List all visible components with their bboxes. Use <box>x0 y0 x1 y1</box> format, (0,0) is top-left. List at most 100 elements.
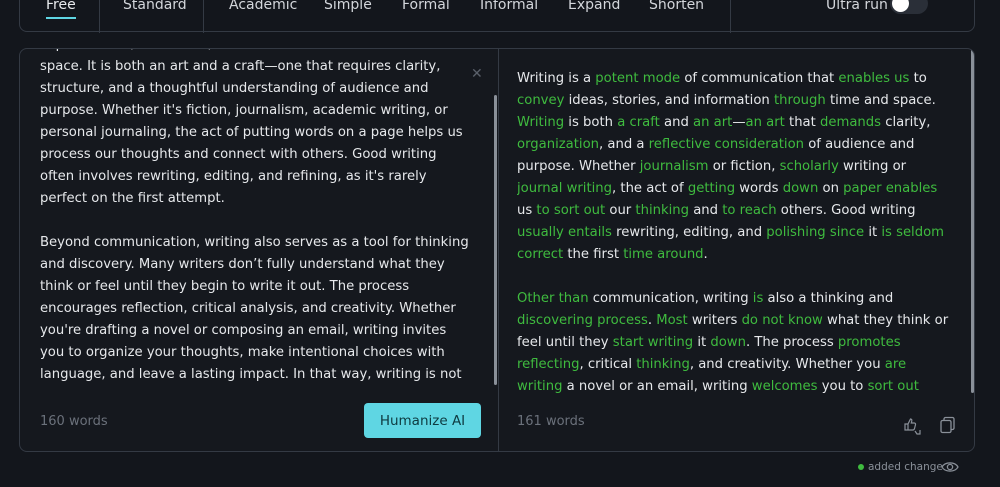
changed-word[interactable]: to reach <box>722 203 776 218</box>
input-paragraph: Beyond communication, writing also serve… <box>40 235 469 382</box>
humanize-button[interactable]: Humanize AI <box>364 403 481 438</box>
paraphrase-card: express ideas, tell stories, and share i… <box>19 48 975 452</box>
tab-simple[interactable]: Simple <box>324 0 372 13</box>
output-text-segment: of communication that <box>680 71 839 86</box>
output-text-segment: it <box>693 335 711 350</box>
output-text-segment: clarity, <box>881 115 931 130</box>
added-change-label: added change <box>868 461 943 473</box>
output-text-segment: to <box>909 71 927 86</box>
input-scrollbar[interactable] <box>494 95 497 385</box>
changed-word[interactable]: enables us <box>838 71 909 86</box>
output-text-segment: , critical <box>579 357 637 372</box>
mode-separator <box>203 0 204 33</box>
output-text-segment: others. Good writing <box>776 203 916 218</box>
changed-word[interactable]: a craft <box>617 115 660 130</box>
output-paragraph: Writing is a potent mode of communicatio… <box>517 68 949 266</box>
mode-separator <box>730 0 731 33</box>
output-text-segment: on <box>818 181 844 196</box>
changed-word[interactable]: discovering process <box>517 313 648 328</box>
output-text-segment: writers <box>687 313 742 328</box>
tab-formal[interactable]: Formal <box>402 0 450 13</box>
changed-word[interactable]: an art <box>693 115 732 130</box>
mode-separator <box>99 0 100 33</box>
output-text-segment: or fiction, <box>708 159 780 174</box>
output-text-segment: and <box>689 203 723 218</box>
changed-word[interactable]: demands <box>820 115 881 130</box>
added-change-dot <box>858 464 864 470</box>
output-text-segment: a novel or an email, writing <box>562 379 752 394</box>
ultra-run-toggle[interactable] <box>890 0 928 14</box>
output-text-segment: and <box>659 115 694 130</box>
output-paragraph: Other than communication, writing is als… <box>517 288 949 394</box>
output-text-segment: words <box>735 181 783 196</box>
output-text-segment: . <box>647 313 657 328</box>
changed-word[interactable]: polishing since <box>766 225 864 240</box>
changed-word[interactable]: sort out <box>868 379 919 394</box>
mode-bar: Free Standard Academic Simple Formal Inf… <box>19 0 975 33</box>
tab-shorten[interactable]: Shorten <box>649 0 704 13</box>
output-text-segment: that <box>784 115 820 130</box>
changed-word[interactable]: time around <box>623 247 703 262</box>
changed-word[interactable]: scholarly <box>780 159 839 174</box>
changed-word[interactable]: potent mode <box>595 71 680 86</box>
input-paragraph: express ideas, tell stories, and share i… <box>40 49 471 206</box>
output-text-segment: — <box>732 115 746 130</box>
tab-free-label: Free <box>46 0 76 13</box>
output-text-segment: time and space. <box>825 93 936 108</box>
output-text-segment: our <box>605 203 636 218</box>
added-change-legend: added change <box>858 461 943 473</box>
changed-word[interactable]: usually entails <box>517 225 612 240</box>
tab-informal[interactable]: Informal <box>480 0 538 13</box>
changed-word[interactable]: thinking <box>636 357 690 372</box>
changed-word[interactable]: an art <box>746 115 785 130</box>
changed-word[interactable]: down <box>710 335 746 350</box>
output-text-segment: . The process <box>745 335 838 350</box>
changed-word[interactable]: start writing <box>613 335 693 350</box>
changed-word[interactable]: do not know <box>742 313 823 328</box>
output-text-segment: communication, writing <box>588 291 753 306</box>
output-text-segment: , and creativity. Whether you <box>689 357 885 372</box>
changed-word[interactable]: thinking <box>635 203 689 218</box>
input-text-area[interactable]: express ideas, tell stories, and share i… <box>40 49 472 386</box>
output-text-segment: ideas, stories, and information <box>564 93 774 108</box>
output-text-segment: , the act of <box>612 181 688 196</box>
input-word-count: 160 words <box>40 414 108 429</box>
eye-icon[interactable] <box>941 460 959 474</box>
output-word-count: 161 words <box>517 414 585 429</box>
changed-word[interactable]: Most <box>656 313 688 328</box>
output-text-segment: writing or <box>838 159 907 174</box>
output-text-segment: you to <box>817 379 868 394</box>
tab-standard[interactable]: Standard <box>123 0 187 13</box>
changed-word[interactable]: convey <box>517 93 564 108</box>
output-text-segment: the first <box>563 247 624 262</box>
changed-word[interactable]: reflective consideration <box>649 137 804 152</box>
output-text-segment: Writing is a <box>517 71 596 86</box>
changed-word[interactable]: paper enables <box>843 181 937 196</box>
changed-word[interactable]: journal writing <box>517 181 612 196</box>
pane-divider <box>498 49 499 451</box>
output-text-segment: , and a <box>599 137 649 152</box>
changed-word[interactable]: organization <box>517 137 599 152</box>
changed-word[interactable]: down <box>783 181 819 196</box>
toggle-knob <box>892 0 909 12</box>
changed-word[interactable]: getting <box>688 181 735 196</box>
tab-expand[interactable]: Expand <box>568 0 620 13</box>
changed-word[interactable]: Other than <box>517 291 589 306</box>
changed-word[interactable]: welcomes <box>752 379 818 394</box>
tab-free[interactable]: Free <box>46 0 76 19</box>
ultra-run-label: Ultra run <box>826 0 888 13</box>
output-text-segment: is both <box>564 115 618 130</box>
changed-word[interactable]: to sort out <box>536 203 605 218</box>
changed-word[interactable]: Writing <box>517 115 564 130</box>
clear-input-icon[interactable]: ✕ <box>471 66 483 82</box>
output-text-segment: rewriting, editing, and <box>611 225 767 240</box>
tab-academic[interactable]: Academic <box>229 0 297 13</box>
changed-word[interactable]: through <box>774 93 826 108</box>
changed-word[interactable]: is <box>753 291 764 306</box>
copy-icon[interactable] <box>938 415 958 435</box>
changed-word[interactable]: journalism <box>640 159 709 174</box>
output-scrollbar[interactable] <box>971 49 974 393</box>
output-text-segment: also a thinking and <box>763 291 894 306</box>
thumbs-up-down-icon[interactable] <box>902 415 922 435</box>
output-text-area: Writing is a potent mode of communicatio… <box>517 68 949 394</box>
